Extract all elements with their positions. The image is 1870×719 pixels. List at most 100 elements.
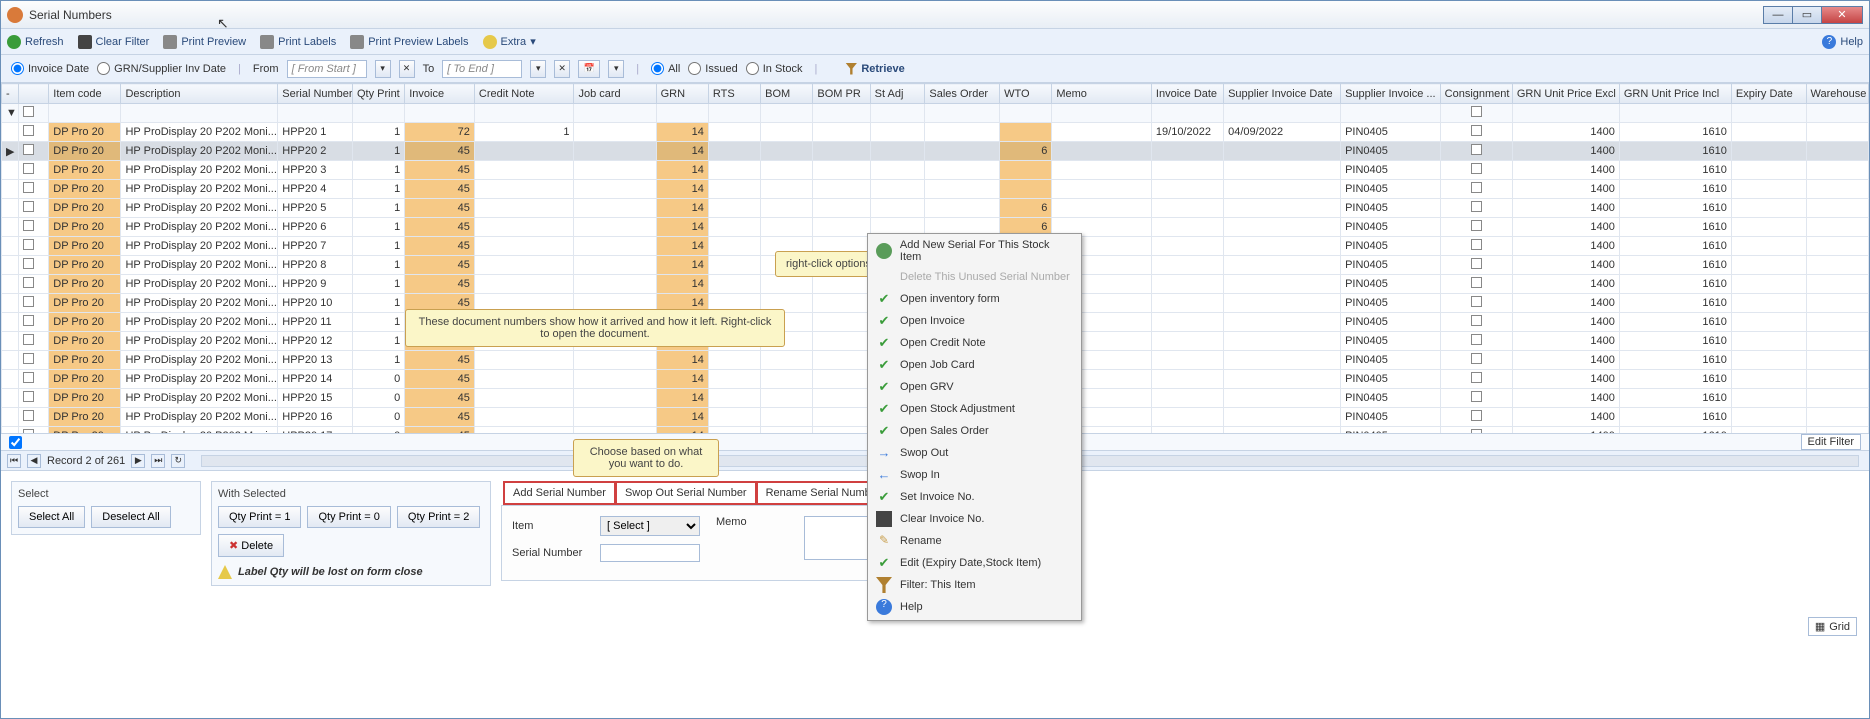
delete-button[interactable]: ✖ Delete bbox=[218, 534, 284, 557]
context-item[interactable]: ✔ Open Invoice bbox=[870, 310, 1079, 332]
close-button[interactable]: ✕ bbox=[1821, 6, 1863, 24]
column-header[interactable]: Invoice bbox=[405, 84, 475, 104]
column-header[interactable]: Item code bbox=[49, 84, 121, 104]
titlebar: Serial Numbers ↖ — ▭ ✕ bbox=[1, 1, 1869, 29]
context-item[interactable]: ✔Open Sales Order bbox=[870, 420, 1079, 442]
print-labels-button[interactable]: Print Labels bbox=[260, 35, 336, 49]
from-date-dropdown[interactable]: ▾ bbox=[375, 60, 391, 78]
column-header[interactable]: BOM PR bbox=[813, 84, 870, 104]
clear-filter-button[interactable]: Clear Filter bbox=[78, 35, 150, 49]
qtyprint-0-button[interactable]: Qty Print = 0 bbox=[307, 506, 390, 528]
refresh-button[interactable]: Refresh bbox=[7, 35, 64, 49]
issued-radio[interactable]: Issued bbox=[688, 62, 737, 75]
column-header[interactable]: GRN Unit Price Incl bbox=[1619, 84, 1731, 104]
context-item[interactable]: ✔Open GRV bbox=[870, 376, 1079, 398]
grn-date-radio[interactable]: GRN/Supplier Inv Date bbox=[97, 62, 226, 75]
instock-radio[interactable]: In Stock bbox=[746, 62, 803, 75]
all-radio[interactable]: All bbox=[651, 62, 680, 75]
column-header[interactable]: Description bbox=[121, 84, 278, 104]
from-label: From bbox=[253, 63, 279, 75]
extra-menu[interactable]: Extra▾ bbox=[483, 35, 536, 49]
calendar-dropdown[interactable]: ▾ bbox=[608, 60, 624, 78]
table-row[interactable]: ▶DP Pro 20HP ProDisplay 20 P202 Moni...H… bbox=[2, 142, 1869, 161]
nav-prev[interactable]: ◀ bbox=[27, 454, 41, 468]
context-item[interactable]: ✔Open Stock Adjustment bbox=[870, 398, 1079, 420]
context-item[interactable]: ✎Rename bbox=[870, 530, 1079, 552]
print-preview-button[interactable]: Print Preview bbox=[163, 35, 246, 49]
maximize-button[interactable]: ▭ bbox=[1792, 6, 1822, 24]
invoice-date-radio[interactable]: Invoice Date bbox=[11, 62, 89, 75]
column-header[interactable]: WTO bbox=[1000, 84, 1052, 104]
context-item[interactable]: ✔Set Invoice No. bbox=[870, 486, 1079, 508]
context-label: Help bbox=[900, 601, 923, 613]
context-label: Open Invoice bbox=[900, 315, 965, 327]
qtyprint-1-button[interactable]: Qty Print = 1 bbox=[218, 506, 301, 528]
filter-row[interactable]: ▼ bbox=[2, 104, 1869, 123]
record-indicator: Record 2 of 261 bbox=[47, 455, 125, 467]
column-header[interactable]: RTS bbox=[708, 84, 760, 104]
context-item[interactable]: Filter: This Item bbox=[870, 574, 1079, 596]
to-date-input[interactable]: [ To End ] bbox=[442, 60, 522, 78]
column-header[interactable]: GRN Unit Price Excl bbox=[1512, 84, 1619, 104]
to-date-clear[interactable]: ✕ bbox=[554, 60, 570, 78]
column-header[interactable]: Credit Note bbox=[474, 84, 574, 104]
item-select[interactable]: [ Select ] bbox=[600, 516, 700, 536]
column-header[interactable]: BOM bbox=[761, 84, 813, 104]
column-header[interactable]: Invoice Date bbox=[1151, 84, 1223, 104]
funnel-i-icon bbox=[876, 577, 892, 593]
tab-swop-out[interactable]: Swop Out Serial Number bbox=[615, 481, 757, 505]
box-icon bbox=[876, 511, 892, 527]
table-row[interactable]: DP Pro 20HP ProDisplay 20 P202 Moni...HP… bbox=[2, 180, 1869, 199]
table-row[interactable]: DP Pro 20HP ProDisplay 20 P202 Moni...HP… bbox=[2, 199, 1869, 218]
column-header[interactable]: Supplier Invoice Date bbox=[1224, 84, 1341, 104]
nav-first[interactable]: ⏮ bbox=[7, 454, 21, 468]
context-item[interactable]: ✔Open Job Card bbox=[870, 354, 1079, 376]
context-item[interactable]: ✔Open inventory form bbox=[870, 288, 1079, 310]
column-header[interactable]: Expiry Date bbox=[1731, 84, 1806, 104]
context-item[interactable]: Add New Serial For This Stock Item bbox=[870, 236, 1079, 266]
column-header[interactable]: Sales Order bbox=[925, 84, 1000, 104]
column-header[interactable]: - bbox=[2, 84, 19, 104]
context-item[interactable]: ✔Edit (Expiry Date,Stock Item) bbox=[870, 552, 1079, 574]
to-date-dropdown[interactable]: ▾ bbox=[530, 60, 546, 78]
table-row[interactable]: DP Pro 20HP ProDisplay 20 P202 Moni...HP… bbox=[2, 123, 1869, 142]
column-header[interactable]: Serial Number bbox=[278, 84, 353, 104]
context-item[interactable]: →Swop Out bbox=[870, 442, 1079, 464]
context-item[interactable]: ←Swop In bbox=[870, 464, 1079, 486]
nav-last[interactable]: ⏭ bbox=[151, 454, 165, 468]
qtyprint-2-button[interactable]: Qty Print = 2 bbox=[397, 506, 480, 528]
help-button[interactable]: ?Help bbox=[1822, 35, 1863, 49]
print-preview-labels-button[interactable]: Print Preview Labels bbox=[350, 35, 468, 49]
minimize-button[interactable]: — bbox=[1763, 6, 1793, 24]
deselect-all-button[interactable]: Deselect All bbox=[91, 506, 170, 528]
context-item[interactable]: ?Help bbox=[870, 596, 1079, 618]
table-row[interactable]: DP Pro 20HP ProDisplay 20 P202 Moni...HP… bbox=[2, 161, 1869, 180]
retrieve-button[interactable]: Retrieve bbox=[837, 61, 912, 77]
check-icon: ✔ bbox=[876, 313, 892, 329]
check-icon: ✔ bbox=[876, 555, 892, 571]
column-header[interactable] bbox=[19, 84, 49, 104]
column-header[interactable]: Qty Print bbox=[352, 84, 404, 104]
column-header[interactable]: Consignment bbox=[1440, 84, 1512, 104]
filter-toggle-checkbox[interactable] bbox=[9, 436, 22, 449]
refresh-icon bbox=[7, 35, 21, 49]
from-date-clear[interactable]: ✕ bbox=[399, 60, 415, 78]
grid-toggle[interactable]: ▦Grid bbox=[1808, 617, 1857, 636]
column-header[interactable]: St Adj bbox=[870, 84, 925, 104]
context-item[interactable]: Clear Invoice No. bbox=[870, 508, 1079, 530]
column-header[interactable]: GRN bbox=[656, 84, 708, 104]
edit-filter-button[interactable]: Edit Filter bbox=[1801, 434, 1861, 450]
column-header[interactable]: Job card bbox=[574, 84, 656, 104]
from-date-input[interactable]: [ From Start ] bbox=[287, 60, 367, 78]
column-header[interactable]: Memo bbox=[1052, 84, 1152, 104]
tab-add-serial[interactable]: Add Serial Number bbox=[503, 481, 616, 505]
context-item[interactable]: ✔Open Credit Note bbox=[870, 332, 1079, 354]
column-header[interactable]: Supplier Invoice ... bbox=[1341, 84, 1441, 104]
context-label: Open Sales Order bbox=[900, 425, 989, 437]
calendar-button[interactable]: 📅 bbox=[578, 60, 600, 78]
nav-next[interactable]: ▶ bbox=[131, 454, 145, 468]
select-all-button[interactable]: Select All bbox=[18, 506, 85, 528]
column-header[interactable]: Warehouse bbox=[1806, 84, 1868, 104]
serial-input[interactable] bbox=[600, 544, 700, 562]
nav-refresh[interactable]: ↻ bbox=[171, 454, 185, 468]
